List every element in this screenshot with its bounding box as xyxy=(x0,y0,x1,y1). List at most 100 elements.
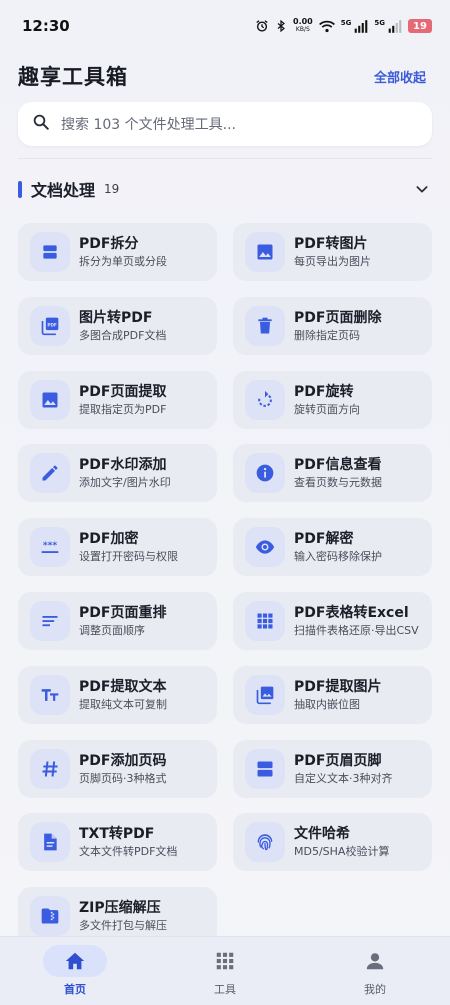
collapse-all-button[interactable]: 全部收起 xyxy=(374,67,426,86)
signal-icon xyxy=(354,19,368,33)
net-speed-unit: KB/S xyxy=(295,26,310,33)
trash-icon xyxy=(245,306,285,346)
header-footer-icon xyxy=(245,749,285,789)
signal-label-1: 5G xyxy=(340,19,352,27)
tool-text: PDF旋转 旋转页面方向 xyxy=(294,383,432,417)
tool-desc: 提取纯文本可复制 xyxy=(79,698,167,711)
tool-name: PDF信息查看 xyxy=(294,457,382,473)
tool-text: PDF拆分拆分为单页或分段 xyxy=(79,235,217,269)
fingerprint-icon xyxy=(245,822,285,862)
password-icon: *** xyxy=(30,527,70,567)
tool-card[interactable]: PDF页面重排 调整页面顺序 xyxy=(18,592,217,650)
tool-text: PDF解密 输入密码移除保护 xyxy=(294,530,432,564)
tool-text: 文件哈希 MD5/SHA校验计算 xyxy=(294,825,432,859)
tool-card[interactable]: 文件哈希 MD5/SHA校验计算 xyxy=(233,813,432,871)
bluetooth-icon xyxy=(275,19,287,33)
tool-name: PDF加密 xyxy=(79,531,139,547)
nav-label: 工具 xyxy=(214,983,236,996)
tool-text: PDF页眉页脚 自定义文本·3种对齐 xyxy=(294,752,432,786)
search-input[interactable]: 搜索 103 个文件处理工具... xyxy=(18,102,432,146)
tool-text: PDF水印添加 添加文字/图片水印 xyxy=(79,456,217,490)
tool-desc: 抽取内嵌位图 xyxy=(294,698,360,711)
tool-desc: 旋转页面方向 xyxy=(294,403,360,416)
image-icon xyxy=(30,380,70,420)
nav-item-tools[interactable]: 工具 xyxy=(170,937,280,997)
photo-library-icon xyxy=(245,675,285,715)
tool-text: 图片转PDF 多图合成PDF文档 xyxy=(79,309,217,343)
zip-folder-icon xyxy=(30,896,70,936)
tool-card[interactable]: PDF提取文本 提取纯文本可复制 xyxy=(18,666,217,724)
hash-icon xyxy=(30,749,70,789)
tool-card[interactable]: PDF提取图片 抽取内嵌位图 xyxy=(233,666,432,724)
alarm-icon xyxy=(255,19,269,33)
tool-name: 文件哈希 xyxy=(294,826,350,842)
svg-text:***: *** xyxy=(43,540,58,551)
chevron-down-icon[interactable] xyxy=(414,181,430,197)
tool-text: PDF转图片 每页导出为图片 xyxy=(294,235,432,269)
tool-desc: 每页导出为图片 xyxy=(294,255,371,268)
home-icon xyxy=(43,945,107,977)
nav-label: 我的 xyxy=(364,983,386,996)
tool-desc: 拆分为单页或分段 xyxy=(79,255,167,268)
tool-card[interactable]: PDF 图片转PDF 多图合成PDF文档 xyxy=(18,297,217,355)
tool-name: TXT转PDF xyxy=(79,826,155,842)
nav-item-home[interactable]: 首页 xyxy=(20,937,130,997)
tool-text: TXT转PDF 文本文件转PDF文档 xyxy=(79,825,217,859)
tool-text: PDF页面删除 删除指定页码 xyxy=(294,309,432,343)
net-speed-value: 0.00 xyxy=(293,17,313,26)
section-accent-bar xyxy=(18,180,22,198)
section-title: 文档处理 xyxy=(31,181,96,200)
search-icon xyxy=(32,113,50,135)
person-icon xyxy=(343,945,407,977)
status-time: 12:30 xyxy=(22,17,70,35)
nav-item-profile[interactable]: 我的 xyxy=(320,937,430,997)
wifi-icon xyxy=(318,20,335,33)
eye-icon xyxy=(245,527,285,567)
tool-desc: 调整页面顺序 xyxy=(79,624,145,637)
nav-label: 首页 xyxy=(64,983,86,996)
tool-card[interactable]: PDF旋转 旋转页面方向 xyxy=(233,371,432,429)
tool-desc: MD5/SHA校验计算 xyxy=(294,845,390,858)
tool-card[interactable]: TXT转PDF 文本文件转PDF文档 xyxy=(18,813,217,871)
pdf-icon: PDF xyxy=(30,306,70,346)
tool-card[interactable]: PDF添加页码 页脚页码·3种格式 xyxy=(18,740,217,798)
tool-name: PDF页面删除 xyxy=(294,310,382,326)
tool-card[interactable]: *** PDF加密设置打开密码与权限 xyxy=(18,518,217,576)
tool-card[interactable]: PDF页面删除 删除指定页码 xyxy=(233,297,432,355)
tool-text: PDF页面提取 提取指定页为PDF xyxy=(79,383,217,417)
tool-text: PDF提取图片 抽取内嵌位图 xyxy=(294,678,432,712)
rotate-icon xyxy=(245,380,285,420)
tool-desc: 添加文字/图片水印 xyxy=(79,476,171,489)
tool-text: PDF提取文本 提取纯文本可复制 xyxy=(79,678,217,712)
status-icons: 0.00 KB/S 5G 5G 19 xyxy=(255,18,432,34)
tool-card[interactable]: PDF页眉页脚 自定义文本·3种对齐 xyxy=(233,740,432,798)
tool-desc: 输入密码移除保护 xyxy=(294,550,382,563)
section-header-document[interactable]: 文档处理 19 xyxy=(18,172,430,206)
image-icon xyxy=(245,232,285,272)
tool-card[interactable]: PDF解密 输入密码移除保护 xyxy=(233,518,432,576)
tool-desc: 设置打开密码与权限 xyxy=(79,550,178,563)
tool-name: PDF添加页码 xyxy=(79,753,167,769)
bottom-nav: 首页 工具 我的 xyxy=(0,936,450,1005)
battery-icon: 19 xyxy=(408,19,432,33)
tool-desc: 多文件打包与解压 xyxy=(79,919,167,932)
svg-text:PDF: PDF xyxy=(47,322,56,327)
tool-card[interactable]: PDF页面提取 提取指定页为PDF xyxy=(18,371,217,429)
tool-name: PDF拆分 xyxy=(79,236,139,252)
tool-card[interactable]: PDF转图片 每页导出为图片 xyxy=(233,223,432,281)
tool-desc: 自定义文本·3种对齐 xyxy=(294,772,393,785)
tool-card[interactable]: PDF信息查看 查看页数与元数据 xyxy=(233,444,432,502)
tool-card[interactable]: PDF水印添加 添加文字/图片水印 xyxy=(18,444,217,502)
tool-name: PDF提取文本 xyxy=(79,679,167,695)
pencil-icon xyxy=(30,453,70,493)
text-icon xyxy=(30,675,70,715)
tool-name: 图片转PDF xyxy=(79,310,153,326)
tool-name: ZIP压缩解压 xyxy=(79,900,161,916)
tool-name: PDF提取图片 xyxy=(294,679,382,695)
split-icon xyxy=(30,232,70,272)
signal-label-2: 5G xyxy=(374,19,385,27)
tool-text: ZIP压缩解压 多文件打包与解压 xyxy=(79,899,217,933)
tool-card[interactable]: PDF表格转Excel 扫描件表格还原·导出CSV xyxy=(233,592,432,650)
tool-card[interactable]: PDF拆分拆分为单页或分段 xyxy=(18,223,217,281)
apps-icon xyxy=(193,945,257,977)
